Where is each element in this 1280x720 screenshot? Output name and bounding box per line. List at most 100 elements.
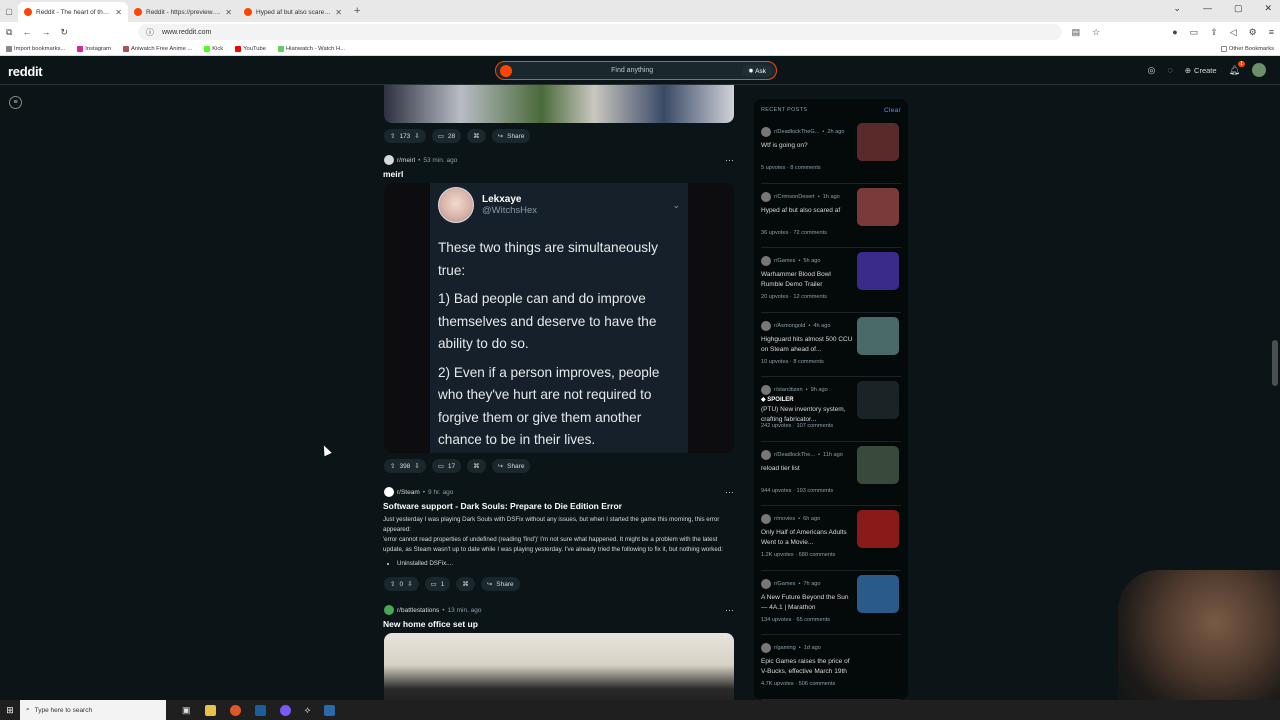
- award-button[interactable]: ⌘: [456, 577, 475, 591]
- post-body[interactable]: Just yesterday I was playing Dark Souls …: [380, 515, 738, 569]
- speaker-icon[interactable]: ◁: [1230, 27, 1237, 38]
- downvote-icon[interactable]: ⇩: [414, 132, 419, 140]
- more-options-icon[interactable]: ···: [725, 605, 734, 615]
- clear-button[interactable]: Clear: [884, 107, 901, 114]
- file-explorer-icon[interactable]: [204, 704, 216, 716]
- share-button[interactable]: ↪ Share: [480, 577, 520, 591]
- new-tab-icon[interactable]: +: [354, 5, 360, 17]
- close-tab-icon[interactable]: ✕: [225, 8, 232, 17]
- bookmark-instagram[interactable]: Instagram: [77, 45, 111, 52]
- windows-start-icon[interactable]: ⊞: [0, 705, 20, 716]
- bookmark-aniwatch[interactable]: Aniwatch Free Anime ...: [123, 45, 192, 52]
- share-button[interactable]: ↪ Share: [491, 459, 531, 473]
- post-title[interactable]: New home office set up: [383, 619, 735, 629]
- create-button[interactable]: ⊕ Create: [1185, 66, 1217, 75]
- subreddit-avatar[interactable]: [384, 155, 394, 165]
- extensions-icon[interactable]: ●: [1172, 27, 1177, 38]
- chat-icon[interactable]: ◌: [1167, 65, 1172, 75]
- post-image[interactable]: [384, 633, 734, 700]
- bookmark-hianwatch[interactable]: Hianwatch - Watch H...: [277, 45, 345, 52]
- comments-button[interactable]: ▭ 1: [424, 577, 451, 591]
- user-avatar[interactable]: [1252, 63, 1266, 77]
- upvote-icon[interactable]: ⇧: [390, 462, 395, 470]
- reddit-logo[interactable]: reddit: [8, 64, 43, 79]
- post-title[interactable]: meirl: [383, 169, 735, 179]
- editor-icon[interactable]: [324, 704, 336, 716]
- close-tab-icon[interactable]: ✕: [115, 8, 122, 17]
- meta-separator: •: [422, 488, 426, 496]
- tab-reddit-home[interactable]: Reddit - The heart of the intern ✕: [18, 2, 128, 22]
- recent-post-item[interactable]: r/DeadlockTheG... • 2h ago Wtf is going on?…: [761, 119, 901, 184]
- recent-post-item[interactable]: r/Asmongold • 4h ago Highguard hits almost …: [761, 313, 901, 377]
- sidebar-toggle-icon[interactable]: ▢: [0, 7, 18, 16]
- more-options-icon[interactable]: ···: [725, 487, 734, 497]
- ask-button[interactable]: ✹ Ask: [742, 64, 772, 77]
- recent-post-item[interactable]: r/movies • 6h ago Only Half of Americans Ad…: [761, 506, 901, 571]
- firefox-icon[interactable]: [229, 704, 241, 716]
- page-scrollbar[interactable]: [1272, 340, 1278, 386]
- steam-icon[interactable]: [254, 704, 266, 716]
- bookmark-star-icon[interactable]: ☆: [1092, 27, 1100, 38]
- site-info-icon[interactable]: ⓘ: [146, 27, 154, 38]
- tab-hyped-post[interactable]: Hyped af but also scared af : r/ ✕: [238, 2, 348, 22]
- recent-post-item[interactable]: r/Games • 5h ago Warhammer Blood Bowl Rumbl…: [761, 248, 901, 313]
- bookmark-import[interactable]: Import bookmarks...: [6, 45, 65, 52]
- discord-icon[interactable]: [279, 704, 291, 716]
- meta-separator: •: [817, 193, 820, 200]
- url-bar[interactable]: ⓘ www.reddit.com: [137, 24, 1062, 40]
- task-view-icon[interactable]: ▣: [182, 705, 191, 716]
- settings-icon[interactable]: ⚙: [1249, 27, 1257, 38]
- recent-post-item[interactable]: r/gaming • 1d ago Epic Games raises the pri…: [761, 635, 901, 700]
- subreddit-avatar: [761, 127, 771, 137]
- back-icon[interactable]: ←: [22, 27, 31, 37]
- recent-post-title: Wtf is going on?: [761, 141, 855, 151]
- subreddit-name[interactable]: r/meirl: [397, 157, 415, 164]
- recent-post-item[interactable]: r/starcitizen • 9h ago ◆ SPOILER (PTU) New i…: [761, 377, 901, 442]
- comments-button[interactable]: ▭ 28: [431, 129, 462, 143]
- reader-mode-icon[interactable]: ▤: [1072, 27, 1081, 38]
- upvote-icon[interactable]: ⇧: [390, 132, 395, 140]
- close-tab-icon[interactable]: ✕: [335, 8, 342, 17]
- forward-icon[interactable]: →: [41, 27, 50, 37]
- subreddit-avatar[interactable]: [384, 487, 394, 497]
- reload-icon[interactable]: ↻: [60, 27, 68, 38]
- downvote-icon[interactable]: ⇩: [414, 462, 419, 470]
- recent-post-item[interactable]: r/DeadlockThe... • 11h ago reload tier list…: [761, 442, 901, 506]
- recent-post-thumbnail: [857, 316, 899, 355]
- maximize-icon[interactable]: ▢: [1234, 3, 1243, 14]
- recent-post-item[interactable]: r/CrimsonDesert • 1h ago Hyped af but also …: [761, 184, 901, 248]
- advertise-icon[interactable]: ◎: [1148, 65, 1156, 76]
- subreddit-name[interactable]: r/battlestations: [397, 607, 439, 614]
- subreddit-avatar[interactable]: [384, 605, 394, 615]
- share-button[interactable]: ↪ Share: [491, 129, 531, 143]
- post-image[interactable]: [384, 85, 734, 123]
- more-options-icon[interactable]: ···: [725, 155, 734, 165]
- comment-count: 72 comments: [793, 229, 827, 236]
- close-window-icon[interactable]: ✕: [1264, 3, 1272, 14]
- share-icon[interactable]: ⇪: [1210, 27, 1218, 38]
- other-bookmarks[interactable]: Other Bookmarks: [1220, 45, 1274, 52]
- bookmark-kick[interactable]: Kick: [204, 45, 223, 52]
- app-icon[interactable]: ⟡: [305, 705, 311, 716]
- minimize-icon[interactable]: —: [1203, 3, 1212, 14]
- notifications-bell-icon[interactable]: 🔔︎ 1: [1229, 60, 1245, 76]
- tab-list-icon[interactable]: ⌄: [1173, 3, 1181, 14]
- subreddit-name[interactable]: r/Steam: [397, 489, 420, 496]
- upvote-icon[interactable]: ⇧: [390, 580, 395, 588]
- recent-post-item[interactable]: r/Games • 7h ago A New Future Beyond the Su…: [761, 571, 901, 635]
- tab-reddit-preview[interactable]: Reddit - https://preview.redd.it ✕: [128, 2, 238, 22]
- hamburger-menu-icon[interactable]: ≡: [9, 96, 22, 109]
- bookmark-youtube[interactable]: YouTube: [235, 45, 266, 52]
- split-view-icon[interactable]: ⧉: [6, 27, 12, 38]
- taskbar-search-input[interactable]: ⌕ Type here to search: [20, 700, 166, 720]
- recent-posts-list: r/DeadlockTheG... • 2h ago Wtf is going on?…: [761, 119, 901, 700]
- menu-icon[interactable]: ≡: [1269, 27, 1274, 38]
- award-button[interactable]: ⌘: [467, 129, 486, 143]
- comments-button[interactable]: ▭ 17: [431, 459, 462, 473]
- downvote-icon[interactable]: ⇩: [407, 580, 412, 588]
- award-button[interactable]: ⌘: [467, 459, 486, 473]
- post-title[interactable]: Software support - Dark Souls: Prepare t…: [383, 501, 735, 511]
- search-input[interactable]: Find anything ✹ Ask: [495, 61, 777, 80]
- post-image[interactable]: Lekxaye @WitchsHex ⌄ These two things ar…: [384, 183, 734, 453]
- wallet-icon[interactable]: ▭: [1190, 27, 1199, 38]
